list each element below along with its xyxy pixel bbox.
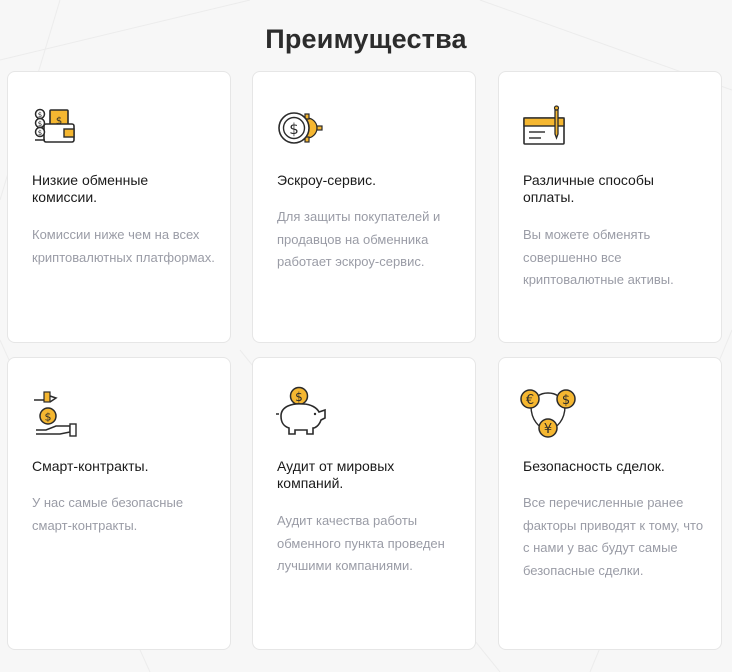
currency-exchange-icon: € $ ¥ <box>520 389 576 438</box>
card-description: Комиссии ниже чем на всех криптовалютных… <box>32 227 215 265</box>
card-description: Аудит качества работы обменного пункта п… <box>277 513 445 573</box>
feature-card-smart-contracts: $ Смарт-контракты. У нас самые безопасны… <box>7 357 231 650</box>
dollar-coin-gear-icon: $ <box>275 104 323 152</box>
feature-card-escrow: $ Эскроу-сервис. Для защиты покупателей … <box>252 71 476 343</box>
hand-coins-icon: $ <box>30 390 78 438</box>
svg-text:$: $ <box>38 120 42 128</box>
card-description: У нас самые безопасные смарт-контракты. <box>32 495 184 533</box>
card-title: Безопасность сделок. <box>523 458 665 474</box>
check-pen-icon <box>521 104 569 152</box>
card-description: Для защиты покупателей и продавцов на об… <box>277 209 441 269</box>
card-title: Низкие обменные комиссии. <box>32 172 149 205</box>
svg-text:$: $ <box>289 120 299 138</box>
card-description: Все перечисленные ранее факторы приводят… <box>523 495 704 578</box>
svg-text:$: $ <box>562 393 570 408</box>
feature-card-low-fees: $ $ $ $ Низкие обменные комиссии. Комисс… <box>7 71 231 343</box>
svg-text:$: $ <box>38 129 42 137</box>
wallet-coins-icon: $ $ $ $ <box>30 104 78 152</box>
page-title: Преимущества <box>265 24 467 55</box>
feature-card-audit: $ Аудит от мировых компаний. Аудит качес… <box>252 357 476 650</box>
card-title: Различные способы оплаты. <box>523 172 654 205</box>
feature-card-security: € $ ¥ Безопасность сделок. Все перечисле… <box>498 357 722 650</box>
svg-text:$: $ <box>295 390 303 404</box>
card-description: Вы можете обменять совершенно все крипто… <box>523 227 674 287</box>
svg-text:$: $ <box>45 411 52 424</box>
svg-text:$: $ <box>38 111 42 119</box>
feature-card-payment-methods: Различные способы оплаты. Вы можете обме… <box>498 71 722 343</box>
svg-text:¥: ¥ <box>544 422 552 437</box>
svg-text:€: € <box>526 393 534 408</box>
card-title: Смарт-контракты. <box>32 458 149 474</box>
piggy-bank-icon: $ <box>275 386 326 438</box>
card-title: Аудит от мировых компаний. <box>277 458 395 491</box>
card-title: Эскроу-сервис. <box>277 172 376 188</box>
